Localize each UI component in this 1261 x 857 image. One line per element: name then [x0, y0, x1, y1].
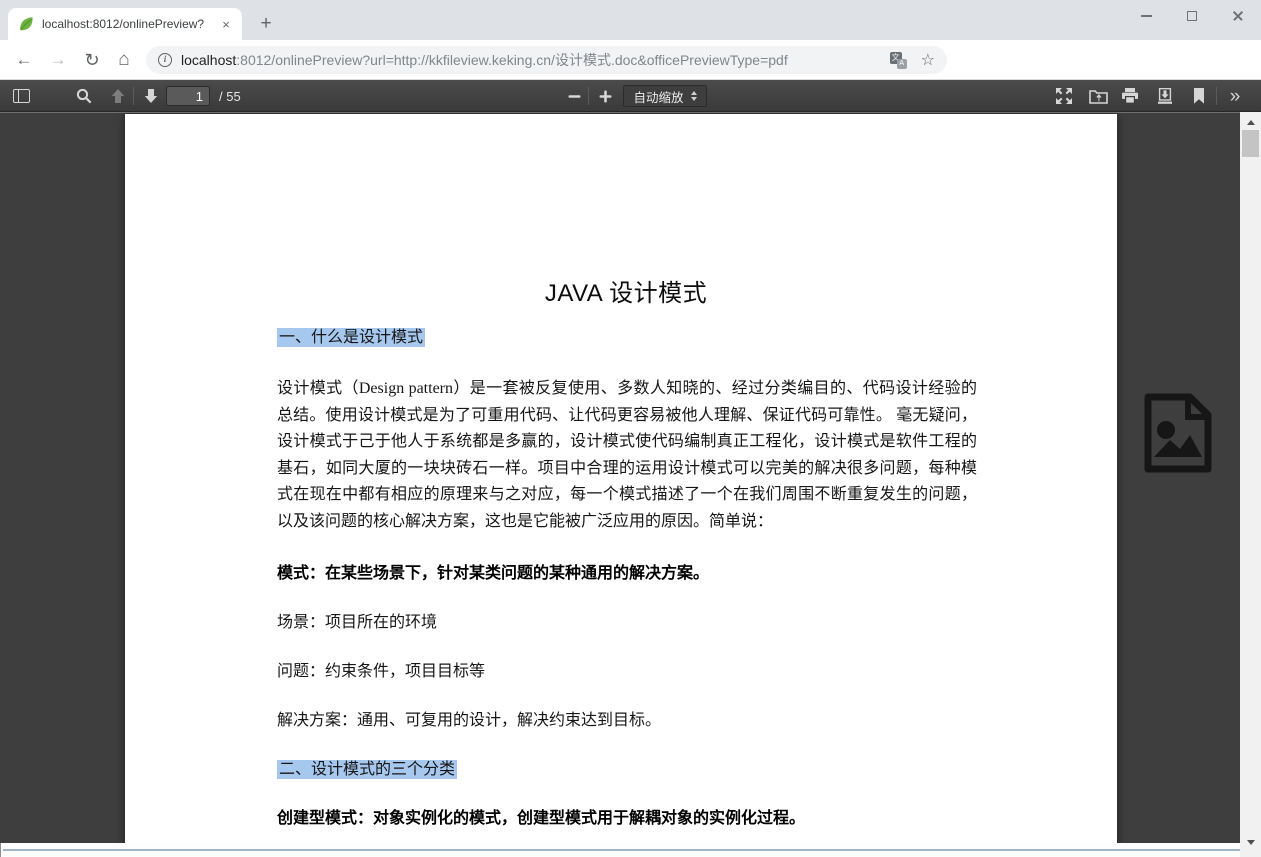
fullscreen-icon [1055, 87, 1073, 105]
minimize-icon [1141, 15, 1152, 17]
browser-toolbar: ← → ↻ ⌂ i localhost:8012/onlinePreview?u… [0, 40, 1261, 80]
page-bottom-strip [0, 843, 1240, 857]
printer-icon [1121, 88, 1139, 104]
document-title: JAVA 设计模式 [277, 273, 975, 308]
horizontal-rule [3, 849, 1240, 851]
url-host: localhost [181, 52, 236, 68]
reload-button[interactable]: ↻ [80, 48, 104, 72]
pdf-toolbar: / 55 自动缩放 [0, 80, 1261, 112]
arrow-down-icon [143, 88, 159, 104]
broken-image-placeholder-icon [1140, 393, 1216, 473]
solution-line: 解决方案：通用、可复用的设计，解决约束达到目标。 [277, 710, 975, 732]
scroll-up-arrow[interactable] [1240, 115, 1261, 129]
forward-button[interactable]: → [46, 48, 70, 72]
double-chevron-right-icon: » [1230, 87, 1241, 106]
section-heading-1: 一、什么是设计模式 [277, 327, 975, 349]
open-folder-icon [1089, 88, 1108, 104]
new-tab-button[interactable]: + [252, 10, 280, 38]
zoom-level-dropdown[interactable]: 自动缩放 [623, 85, 707, 107]
address-bar[interactable]: i localhost:8012/onlinePreview?url=http:… [146, 46, 947, 74]
maximize-icon [1187, 11, 1197, 21]
intro-paragraph: 设计模式（Design pattern）是一套被反复使用、多数人知晓的、经过分类… [277, 376, 977, 536]
close-icon [1232, 10, 1244, 22]
vertical-scrollbar[interactable] [1240, 112, 1261, 857]
page-count-label: / 55 [219, 89, 241, 104]
toolbar-divider [588, 87, 589, 105]
toolbar-divider [1216, 87, 1217, 105]
browser-window: localhost:8012/onlinePreview? × + ← → ↻ … [0, 0, 1261, 857]
scene-line: 场景：项目所在的环境 [277, 612, 975, 634]
page-info-icon[interactable]: i [158, 53, 172, 67]
open-file-button[interactable] [1085, 84, 1111, 108]
zoom-level-label: 自动缩放 [633, 87, 683, 106]
pdf-page: JAVA 设计模式 一、什么是设计模式 设计模式（Design pattern）… [125, 114, 1117, 843]
toolbar-divider [133, 87, 134, 105]
creational-pattern-line: 创建型模式：对象实例化的模式，创建型模式用于解耦对象的实例化过程。 [277, 808, 975, 830]
tab-close-icon[interactable]: × [218, 16, 234, 32]
close-button[interactable] [1215, 0, 1261, 32]
home-button[interactable]: ⌂ [112, 48, 136, 72]
previous-page-button[interactable] [105, 84, 131, 108]
tab-title: localhost:8012/onlinePreview? [42, 17, 218, 31]
translate-sub-char: A [897, 59, 907, 69]
url-text: localhost:8012/onlinePreview?url=http://… [181, 50, 882, 70]
page-number-input[interactable] [166, 86, 210, 106]
bookmark-icon [1193, 88, 1205, 104]
download-icon [1157, 88, 1173, 104]
minimize-button[interactable] [1123, 0, 1169, 32]
scroll-down-arrow[interactable] [1240, 835, 1261, 849]
bookmark-star-icon[interactable]: ☆ [921, 50, 935, 70]
presentation-mode-button[interactable] [1051, 84, 1077, 108]
pattern-definition-line: 模式：在某些场景下，针对某类问题的某种通用的解决方案。 [277, 563, 975, 585]
spring-leaf-favicon [18, 16, 34, 32]
highlighted-heading: 一、什么是设计模式 [277, 328, 425, 347]
print-button[interactable] [1117, 84, 1143, 108]
next-page-button[interactable] [138, 84, 164, 108]
maximize-button[interactable] [1169, 0, 1215, 32]
find-button[interactable] [71, 84, 97, 108]
document-content: JAVA 设计模式 一、什么是设计模式 设计模式（Design pattern）… [125, 114, 1117, 830]
zoom-in-button[interactable] [592, 84, 618, 108]
plus-icon [599, 90, 612, 103]
pdf-viewer-area: JAVA 设计模式 一、什么是设计模式 设计模式（Design pattern）… [0, 112, 1261, 843]
section-heading-2: 二、设计模式的三个分类 [277, 759, 975, 781]
highlighted-heading: 二、设计模式的三个分类 [277, 760, 457, 779]
sidebar-toggle-button[interactable] [8, 84, 34, 108]
back-button[interactable]: ← [12, 48, 36, 72]
zoom-out-button[interactable] [561, 84, 587, 108]
dropdown-spinner-icon [691, 91, 697, 101]
browser-tab[interactable]: localhost:8012/onlinePreview? × [8, 8, 242, 40]
download-button[interactable] [1152, 84, 1178, 108]
sidebar-icon [13, 89, 30, 103]
toolbar-more-tools-button[interactable]: » [1222, 84, 1248, 108]
problem-line: 问题：约束条件，项目目标等 [277, 661, 975, 683]
arrow-up-icon [110, 88, 126, 104]
scrollbar-thumb[interactable] [1242, 130, 1259, 157]
search-icon [76, 88, 92, 104]
translate-page-icon[interactable]: 文 A [890, 52, 907, 69]
window-controls [1123, 0, 1261, 32]
url-path: :8012/onlinePreview?url=http://kkfilevie… [236, 52, 787, 68]
minus-icon [568, 90, 581, 103]
bookmark-view-button[interactable] [1186, 84, 1212, 108]
tab-strip: localhost:8012/onlinePreview? × + [0, 0, 1261, 40]
